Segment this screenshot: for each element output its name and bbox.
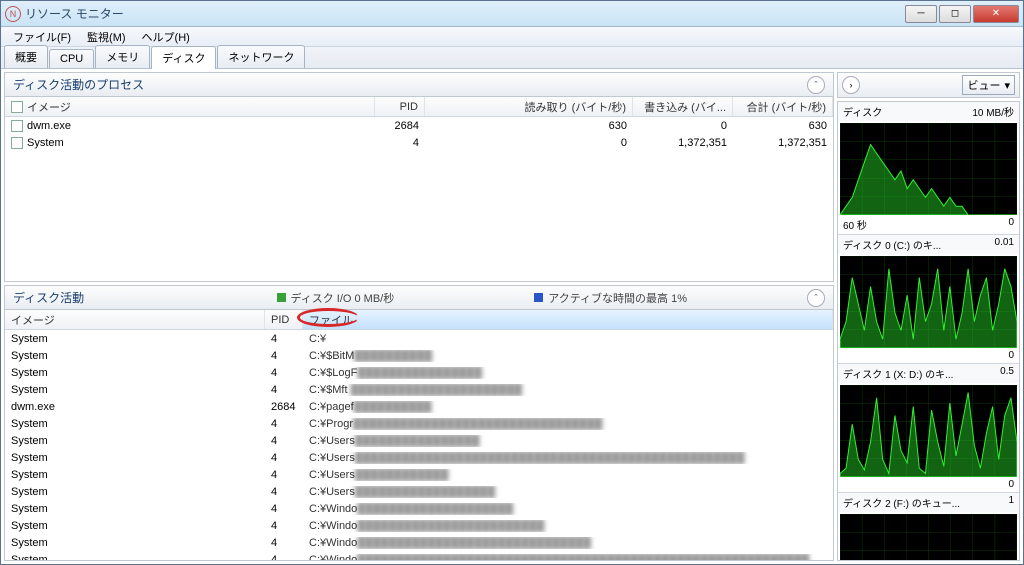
table-row[interactable]: System4 C:¥$LogF████████████████ [5,364,833,381]
right-toolbar: › ビュー▾ [837,72,1020,98]
table-row[interactable]: System 40 1,372,3511,372,351 [5,134,833,151]
chart-block: ディスク 2 (F:) のキュー... 1 [838,493,1019,561]
col-write[interactable]: 書き込み (バイ... [633,97,733,116]
chart-block: ディスク 1 (X: D:) のキ... 0.5 0 [838,364,1019,493]
col-image[interactable]: イメージ [27,99,71,115]
chart-footer-left: 60 秒 [843,217,867,232]
minimize-button[interactable]: ─ [905,5,937,23]
col-total[interactable]: 合計 (バイト/秒) [733,97,833,116]
tab-disk[interactable]: ディスク [151,46,216,69]
col-image[interactable]: イメージ [5,310,265,329]
chart-block: ディスク 0 (C:) のキ... 0.01 0 [838,235,1019,364]
collapse-icon[interactable]: ˆ [807,76,825,94]
titlebar[interactable]: N リソース モニター ─ ◻ ✕ [1,1,1023,27]
table-row[interactable]: dwm.exe 2684630 0630 [5,117,833,134]
table-row[interactable]: System4 C:¥Windo████████████████████████… [5,534,833,551]
chart-footer-right: 0 [1008,350,1014,361]
chart-canvas [840,514,1017,561]
chart-title: ディスク 0 (C:) のキ... [843,237,941,252]
table-row[interactable]: dwm.exe2684 C:¥pagef██████████ [5,398,833,415]
panel2-header-row: イメージ PID ファイル [5,310,833,330]
checkbox[interactable] [11,137,23,149]
chart-block: ディスク 10 MB/秒 60 秒 0 [838,102,1019,235]
app-icon: N [5,6,21,22]
table-row[interactable]: System4 C:¥$BitM██████████ [5,347,833,364]
table-row[interactable]: System4 C:¥$Mft ██████████████████████ [5,381,833,398]
chart-canvas [840,385,1017,477]
chart-max: 10 MB/秒 [972,104,1014,119]
legend-active-color [534,293,543,302]
chart-max: 1 [1008,495,1014,510]
chart-title: ディスク [843,104,882,119]
legend-io: ディスク I/O 0 MB/秒 [277,290,395,306]
legend-io-color [277,293,286,302]
table-row[interactable]: System4 C:¥Windo████████████████████████… [5,551,833,560]
col-pid[interactable]: PID [375,97,425,116]
menu-help[interactable]: ヘルプ(H) [136,27,196,47]
tab-network[interactable]: ネットワーク [217,45,305,68]
menu-monitor[interactable]: 監視(M) [81,27,132,47]
table-row[interactable]: System4 C:¥Progr████████████████████████… [5,415,833,432]
checkbox[interactable] [11,120,23,132]
charts-panel: ディスク 10 MB/秒 60 秒 0 ディスク 0 (C:) のキ... 0.01 … [837,101,1020,561]
table-row[interactable]: System4 C:¥Users████████████████████████… [5,449,833,466]
panel1-header-row: イメージ PID 読み取り (バイト/秒) 書き込み (バイ... 合計 (バイ… [5,97,833,117]
window-title: リソース モニター [25,5,903,22]
tab-overview[interactable]: 概要 [4,45,48,68]
disk-activity-panel: ディスク活動 ディスク I/O 0 MB/秒 アクティブな時間の最高 1% ˆ … [4,285,834,561]
table-row[interactable]: System4 C:¥Users████████████ [5,466,833,483]
close-button[interactable]: ✕ [973,5,1019,23]
col-file[interactable]: ファイル [303,310,833,329]
panel1-title: ディスク活動のプロセス [13,76,144,93]
chevron-down-icon: ▾ [1004,79,1010,92]
view-dropdown[interactable]: ビュー▾ [962,75,1015,95]
chart-canvas [840,256,1017,348]
panel2-title: ディスク活動 [13,289,84,306]
menubar: ファイル(F) 監視(M) ヘルプ(H) [1,27,1023,47]
table-row[interactable]: System4 C:¥ [5,330,833,347]
chart-footer-right: 0 [1008,479,1014,490]
chart-title: ディスク 1 (X: D:) のキ... [843,366,953,381]
chart-max: 0.5 [1000,366,1014,381]
chart-title: ディスク 2 (F:) のキュー... [843,495,960,510]
menu-file[interactable]: ファイル(F) [7,27,77,47]
chart-footer-right: 0 [1008,217,1014,232]
table-row[interactable]: System4 C:¥Windo████████████████████ [5,500,833,517]
col-pid[interactable]: PID [265,310,303,329]
table-row[interactable]: System4 C:¥Windo████████████████████████ [5,517,833,534]
resource-monitor-window: N リソース モニター ─ ◻ ✕ ファイル(F) 監視(M) ヘルプ(H) 概… [0,0,1024,565]
chart-max: 0.01 [995,237,1014,252]
tab-cpu[interactable]: CPU [49,49,94,68]
maximize-button[interactable]: ◻ [939,5,971,23]
checkbox-all[interactable] [11,101,23,113]
table-row[interactable]: System4 C:¥Users██████████████████ [5,483,833,500]
chart-canvas [840,123,1017,215]
collapse-icon[interactable]: ˆ [807,289,825,307]
table-row[interactable]: System4 C:¥Users████████████████ [5,432,833,449]
disk-process-panel: ディスク活動のプロセス ˆ イメージ PID 読み取り (バイト/秒) 書き込み… [4,72,834,282]
legend-active: アクティブな時間の最高 1% [534,290,687,306]
col-read[interactable]: 読み取り (バイト/秒) [425,97,633,116]
tabbar: 概要 CPU メモリ ディスク ネットワーク [1,47,1023,69]
expand-icon[interactable]: › [842,76,860,94]
tab-memory[interactable]: メモリ [95,45,150,68]
